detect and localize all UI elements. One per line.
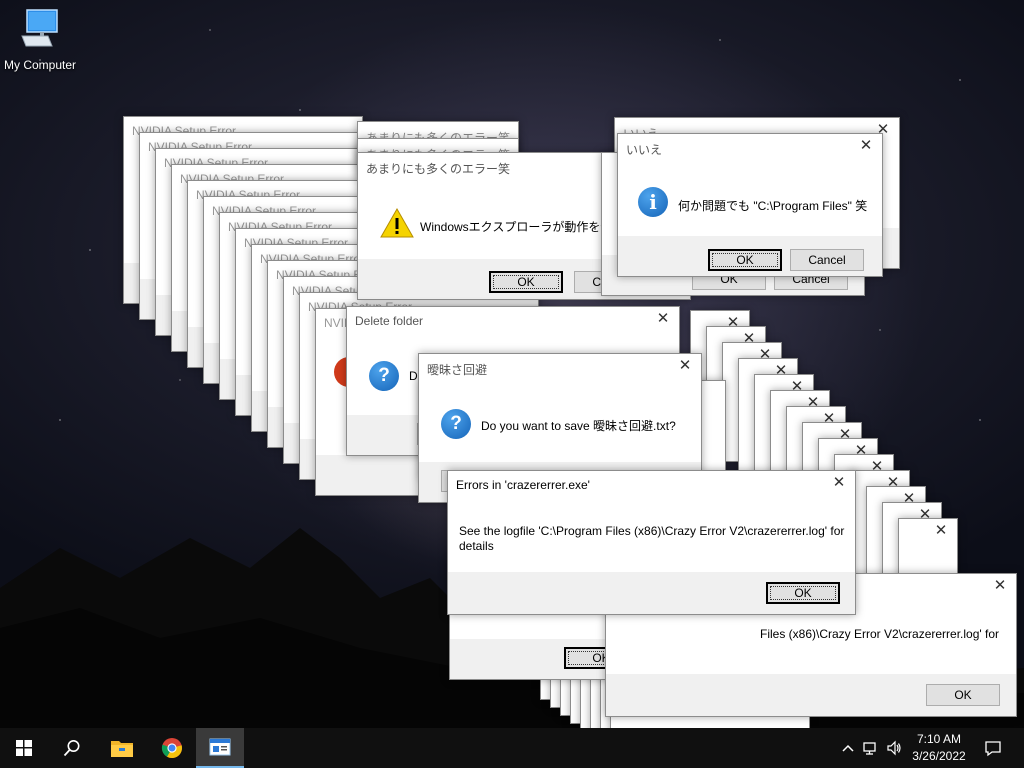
- dialog-title: Delete folder: [355, 314, 424, 328]
- my-computer-icon[interactable]: My Computer: [2, 8, 78, 74]
- chrome-button[interactable]: [148, 728, 196, 768]
- cancel-button[interactable]: Cancel: [790, 249, 864, 271]
- ok-button[interactable]: OK: [926, 684, 1000, 706]
- app-window-button[interactable]: [196, 728, 244, 768]
- chrome-icon: [161, 738, 182, 759]
- notification-icon[interactable]: [984, 739, 1002, 757]
- iie-dialog[interactable]: いいえ ✕ i 何か問題でも "C:\Program Files" 笑 OK C…: [617, 133, 883, 277]
- clock-date: 3/26/2022: [912, 749, 966, 763]
- dialog-title: Errors in 'crazererrer.exe': [456, 478, 590, 492]
- windows-logo-icon: [16, 740, 32, 756]
- computer-icon: [18, 8, 62, 48]
- crazy-error-right-message: Files (x86)\Crazy Error V2\crazererrer.l…: [760, 627, 1000, 641]
- delete-folder-message: D: [409, 369, 418, 383]
- taskbar: 7:10 AM 3/26/2022: [0, 728, 1024, 768]
- warning-icon: [380, 208, 414, 238]
- search-button[interactable]: [48, 728, 96, 768]
- crazy-error-dialog[interactable]: Errors in 'crazererrer.exe' ✕ See the lo…: [447, 470, 856, 615]
- start-button[interactable]: [0, 728, 48, 768]
- file-explorer-button[interactable]: [98, 728, 146, 768]
- dialog-title: 曖昧さ回避: [427, 363, 488, 377]
- crazy-error-message-line2: details: [459, 539, 494, 553]
- dialog-title: いいえ: [626, 143, 663, 157]
- dialog-title: あまりにも多くのエラー笑: [366, 162, 511, 176]
- clock[interactable]: 7:10 AM 3/26/2022: [904, 731, 974, 765]
- clock-time: 7:10 AM: [916, 732, 962, 746]
- crazy-error-message-line1: See the logfile 'C:\Program Files (x86)\…: [459, 524, 845, 538]
- search-icon: [63, 740, 80, 757]
- question-icon: ?: [369, 361, 399, 391]
- application-window-icon: [209, 738, 231, 756]
- close-icon[interactable]: ✕: [831, 475, 847, 491]
- close-icon[interactable]: ✕: [858, 138, 874, 154]
- network-icon[interactable]: [862, 740, 878, 756]
- close-icon[interactable]: ✕: [655, 311, 671, 327]
- ok-button[interactable]: OK: [708, 249, 782, 271]
- question-icon: ?: [441, 409, 471, 439]
- ok-button[interactable]: OK: [489, 271, 563, 293]
- folder-icon: [111, 741, 133, 757]
- my-computer-label: My Computer: [3, 58, 77, 72]
- ok-button[interactable]: OK: [766, 582, 840, 604]
- iie-message: 何か問題でも "C:\Program Files" 笑: [678, 199, 868, 213]
- info-icon: i: [638, 187, 668, 217]
- close-icon[interactable]: ✕: [933, 523, 949, 539]
- save-message: Do you want to save 曖昧さ回避.txt?: [481, 419, 676, 433]
- chevron-up-icon[interactable]: [840, 740, 856, 756]
- close-icon[interactable]: ✕: [677, 358, 693, 374]
- close-icon[interactable]: ✕: [992, 578, 1008, 594]
- volume-icon[interactable]: [886, 740, 902, 756]
